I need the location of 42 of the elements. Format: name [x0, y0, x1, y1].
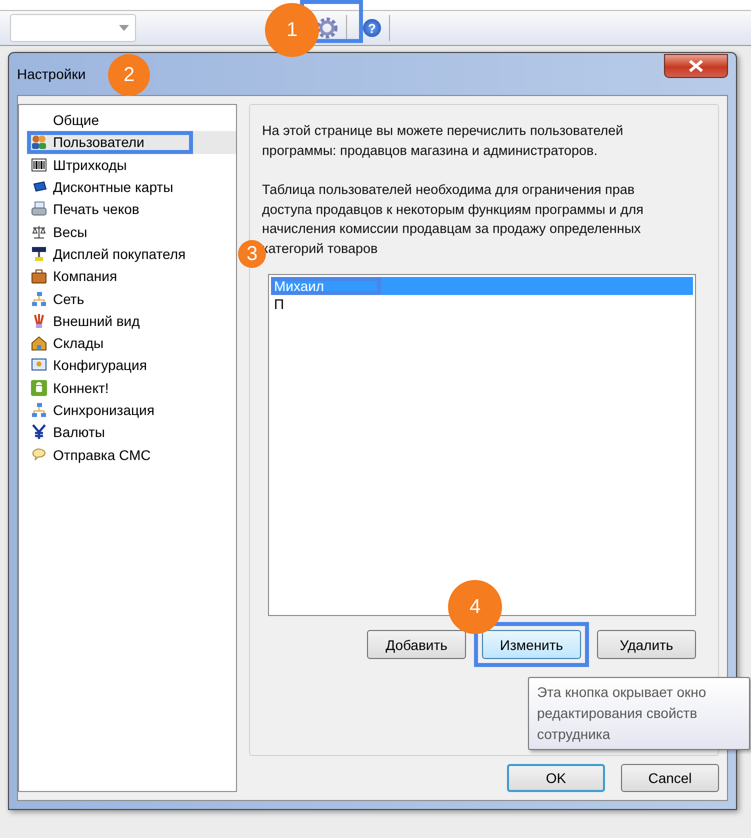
cancel-button[interactable]: Cancel: [621, 764, 719, 792]
action-button[interactable]: Удалить: [597, 630, 696, 659]
brushes-icon: [31, 312, 47, 329]
network-icon: [31, 402, 47, 418]
barcode-icon: [31, 156, 47, 173]
users-icon: [31, 134, 47, 150]
ok-button[interactable]: OK: [507, 764, 605, 792]
sidebar-item[interactable]: Отправка СМС: [27, 443, 236, 466]
tooltip: Эта кнопка окрывает окно редактирования свойств сотрудника: [528, 677, 750, 750]
monitor-icon: [31, 357, 47, 374]
scales-icon: [31, 224, 47, 240]
sidebar-item[interactable]: Сеть: [27, 287, 236, 310]
sidebar-item[interactable]: Пользователи: [27, 131, 236, 154]
sidebar-item[interactable]: Синхронизация: [27, 398, 236, 422]
window-title: Настройки: [17, 66, 86, 82]
sidebar-item[interactable]: Компания: [27, 265, 236, 288]
action-button[interactable]: Изменить: [482, 630, 581, 659]
sidebar-item[interactable]: Общие: [27, 109, 236, 132]
yen-icon: [31, 424, 47, 440]
settings-icon[interactable]: [316, 17, 338, 39]
sidebar-item[interactable]: Дисплей покупателя: [27, 242, 236, 266]
sidebar-item[interactable]: Склады: [27, 332, 236, 354]
close-icon: [688, 60, 704, 72]
sidebar-item[interactable]: Дисконтные карты: [27, 176, 236, 198]
house-icon: [31, 335, 47, 352]
sidebar-item[interactable]: Коннект!: [27, 376, 236, 399]
dropdown-arrow-icon: [119, 25, 129, 31]
sidebar-item[interactable]: Конфигурация: [27, 354, 236, 377]
user-item[interactable]: П: [271, 295, 693, 313]
sidebar-item[interactable]: Внешний вид: [27, 310, 236, 332]
description-text: На этой странице вы можете перечислить пользователей программы: продавцов магазина и администраторов.: [262, 122, 624, 160]
network-icon: [31, 290, 47, 307]
speech-bubble-icon: [31, 446, 47, 463]
sidebar-item[interactable]: Штрихкоды: [27, 154, 236, 176]
sidebar-item[interactable]: Валюты: [27, 421, 236, 444]
sidebar-item[interactable]: Весы: [27, 220, 236, 243]
printer-icon: [31, 201, 47, 218]
close-button[interactable]: [664, 54, 728, 78]
briefcase-icon: [31, 268, 47, 284]
sidebar-item[interactable]: Печать чеков: [27, 198, 236, 220]
display-icon: [31, 246, 47, 262]
action-button[interactable]: Добавить: [367, 630, 466, 659]
